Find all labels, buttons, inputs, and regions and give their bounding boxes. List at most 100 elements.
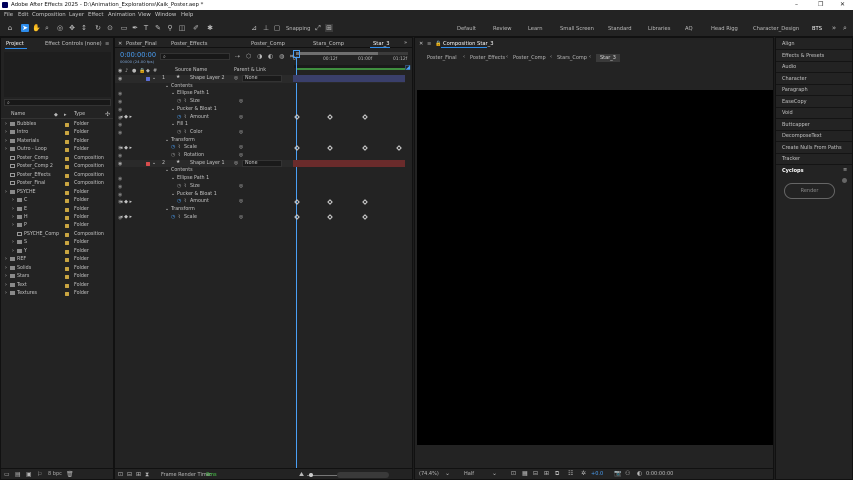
label-swatch[interactable] xyxy=(65,258,69,263)
layer-duration-bar[interactable] xyxy=(293,75,405,82)
comp-flowchart-icon[interactable]: ⇢ xyxy=(235,53,240,60)
expand-chevron-icon[interactable]: ⌄ xyxy=(165,84,169,89)
flowchart-icon[interactable]: ✣ xyxy=(105,111,110,118)
label-swatch[interactable] xyxy=(65,292,69,296)
workspace-learn[interactable]: Learn xyxy=(528,26,543,32)
fast-previews-icon[interactable]: ⊡ xyxy=(511,470,516,477)
graph-icon[interactable]: ⌇ xyxy=(184,99,186,104)
property-group-row[interactable]: ⌄ Transform xyxy=(115,206,405,214)
timeline-layer-row[interactable]: ◉ ⌄ 2 ★ Shape Layer 1 ◎ None xyxy=(115,159,405,168)
solo-toggle-icon[interactable]: ● xyxy=(132,68,136,74)
visibility-eye-icon[interactable]: ◉ xyxy=(118,122,122,128)
selection-tool-icon[interactable]: ➤ xyxy=(21,24,29,32)
project-item[interactable]: › Text Folder xyxy=(1,282,113,290)
viewer-timecode[interactable]: 0:00:00:00 xyxy=(646,471,673,477)
project-item[interactable]: › Outro - Loop Folder xyxy=(1,146,113,154)
graph-icon[interactable]: ⌇ xyxy=(184,184,186,189)
tab-poster-final[interactable]: Poster_Final xyxy=(126,41,157,47)
property-name[interactable]: Ellipse Path 1 xyxy=(177,176,209,181)
zoom-dropdown[interactable]: (74.4%) xyxy=(419,471,439,477)
graph-icon[interactable]: ⌇ xyxy=(178,153,180,158)
keyframe-navigator[interactable]: ◂ ◆ ▸ xyxy=(120,199,132,205)
visibility-eye-icon[interactable]: ◉ xyxy=(118,107,122,113)
expand-chevron-icon[interactable]: ⌄ xyxy=(171,192,175,197)
type-tool-icon[interactable]: T xyxy=(142,24,150,32)
property-name[interactable]: Contents xyxy=(171,84,193,89)
label-swatch[interactable] xyxy=(65,266,69,271)
label-swatch[interactable] xyxy=(65,148,69,153)
property-name[interactable]: Color xyxy=(190,130,203,135)
property-name[interactable]: Scale xyxy=(184,215,197,220)
expand-chevron-icon[interactable]: › xyxy=(5,291,7,296)
panel-item[interactable]: Cyclops xyxy=(782,168,804,174)
menu-file[interactable]: File xyxy=(4,12,13,18)
tab-poster-final-close-icon[interactable]: ✕ xyxy=(118,41,122,47)
layer-name[interactable]: Shape Layer 2 xyxy=(190,76,225,81)
transfer-controls-icon[interactable]: ⊟ xyxy=(127,471,132,478)
layer-search-input[interactable]: ⌕ xyxy=(160,53,230,60)
workspace-default[interactable]: Default xyxy=(457,26,476,32)
render-button[interactable]: Render xyxy=(784,183,835,199)
maximize-button[interactable]: ❐ xyxy=(818,1,823,8)
property-row[interactable]: ◉ ◷ ⌇ ◎ Amount ◂ ◆ ▸ xyxy=(115,114,405,122)
panel-item[interactable]: Effects & Presets xyxy=(782,53,824,59)
expand-chevron-icon[interactable]: ⌄ xyxy=(165,138,169,143)
region-of-interest-icon[interactable]: ⊟ xyxy=(533,470,538,477)
breadcrumb-item[interactable]: Poster_Effects xyxy=(470,55,505,61)
workspace-small-screen[interactable]: Small Screen xyxy=(560,26,594,32)
render-time-icon[interactable]: ⧗ xyxy=(145,471,149,479)
expand-chevron-icon[interactable]: › xyxy=(12,207,14,212)
project-item[interactable]: › Solids Folder xyxy=(1,265,113,273)
label-swatch[interactable] xyxy=(65,165,69,170)
zoom-slider-handle[interactable] xyxy=(309,473,313,477)
number-column-icon[interactable]: # xyxy=(153,68,157,74)
draft-3d-icon[interactable]: ⬡ xyxy=(246,53,251,60)
resolution-dropdown[interactable]: Half xyxy=(464,471,474,477)
keyframe-navigator[interactable]: ◂ ◆ ▸ xyxy=(120,114,132,120)
expression-pickwhip-icon[interactable]: ◎ xyxy=(239,153,243,158)
menu-composition[interactable]: Composition xyxy=(32,12,66,18)
property-group-row[interactable]: ⌄ Contents xyxy=(115,167,405,175)
menu-effect[interactable]: Effect xyxy=(88,12,104,18)
expand-chevron-icon[interactable]: › xyxy=(5,274,7,279)
channel-icon[interactable]: ☷ xyxy=(568,470,573,477)
property-name[interactable]: Pucker & Bloat 1 xyxy=(177,107,217,112)
zoom-out-icon[interactable]: ⛰ xyxy=(299,471,304,479)
project-item[interactable]: Poster_Final Composition xyxy=(1,180,113,188)
home-icon[interactable]: ⌂ xyxy=(6,24,14,32)
label-swatch[interactable] xyxy=(65,156,69,161)
stopwatch-icon[interactable]: ◷ xyxy=(177,184,181,189)
project-item[interactable]: Poster_Effects Composition xyxy=(1,172,113,180)
property-name[interactable]: Transform xyxy=(171,138,195,143)
stopwatch-icon[interactable]: ◷ xyxy=(171,215,175,220)
layer-label-swatch[interactable] xyxy=(146,161,150,166)
workspace-standard[interactable]: Standard xyxy=(608,26,632,32)
layer-duration-bar[interactable] xyxy=(293,159,405,167)
panel-close-icon[interactable]: ✕ xyxy=(419,41,423,47)
expand-chevron-icon[interactable]: ⌄ xyxy=(171,107,175,112)
project-item[interactable]: › H Folder xyxy=(1,214,113,222)
label-swatch[interactable] xyxy=(65,182,69,187)
composition-canvas[interactable] xyxy=(417,90,773,445)
column-name[interactable]: Name xyxy=(11,112,25,120)
label-swatch[interactable] xyxy=(65,249,69,254)
panel-item[interactable]: Character xyxy=(782,76,807,82)
property-row[interactable]: ◉ ◷ ⌇ ◎ Amount ◂ ◆ ▸ xyxy=(115,198,405,206)
label-swatch[interactable] xyxy=(65,241,69,246)
time-navigator-range[interactable] xyxy=(296,52,378,55)
workspace-review[interactable]: Review xyxy=(493,26,512,32)
menu-animation[interactable]: Animation xyxy=(108,12,135,18)
puppet-tool-icon[interactable]: ✱ xyxy=(206,24,214,32)
expression-pickwhip-icon[interactable]: ◎ xyxy=(239,145,243,150)
property-name[interactable]: Amount xyxy=(190,199,209,204)
property-name[interactable]: Amount xyxy=(190,115,209,120)
parent-dropdown[interactable]: None xyxy=(242,159,282,167)
breadcrumb-item[interactable]: Stars_Comp xyxy=(557,55,587,61)
panel-item[interactable]: Void xyxy=(782,110,793,116)
menu-help[interactable]: Help xyxy=(181,12,193,18)
keyframe-icon[interactable] xyxy=(294,114,300,120)
label-column-icon[interactable]: ◆ xyxy=(146,68,150,74)
property-group-row[interactable]: ◉ ⌄ Fill 1 xyxy=(115,121,405,129)
more-tabs-icon[interactable]: » xyxy=(404,40,407,46)
keyframe-icon[interactable] xyxy=(327,114,333,120)
